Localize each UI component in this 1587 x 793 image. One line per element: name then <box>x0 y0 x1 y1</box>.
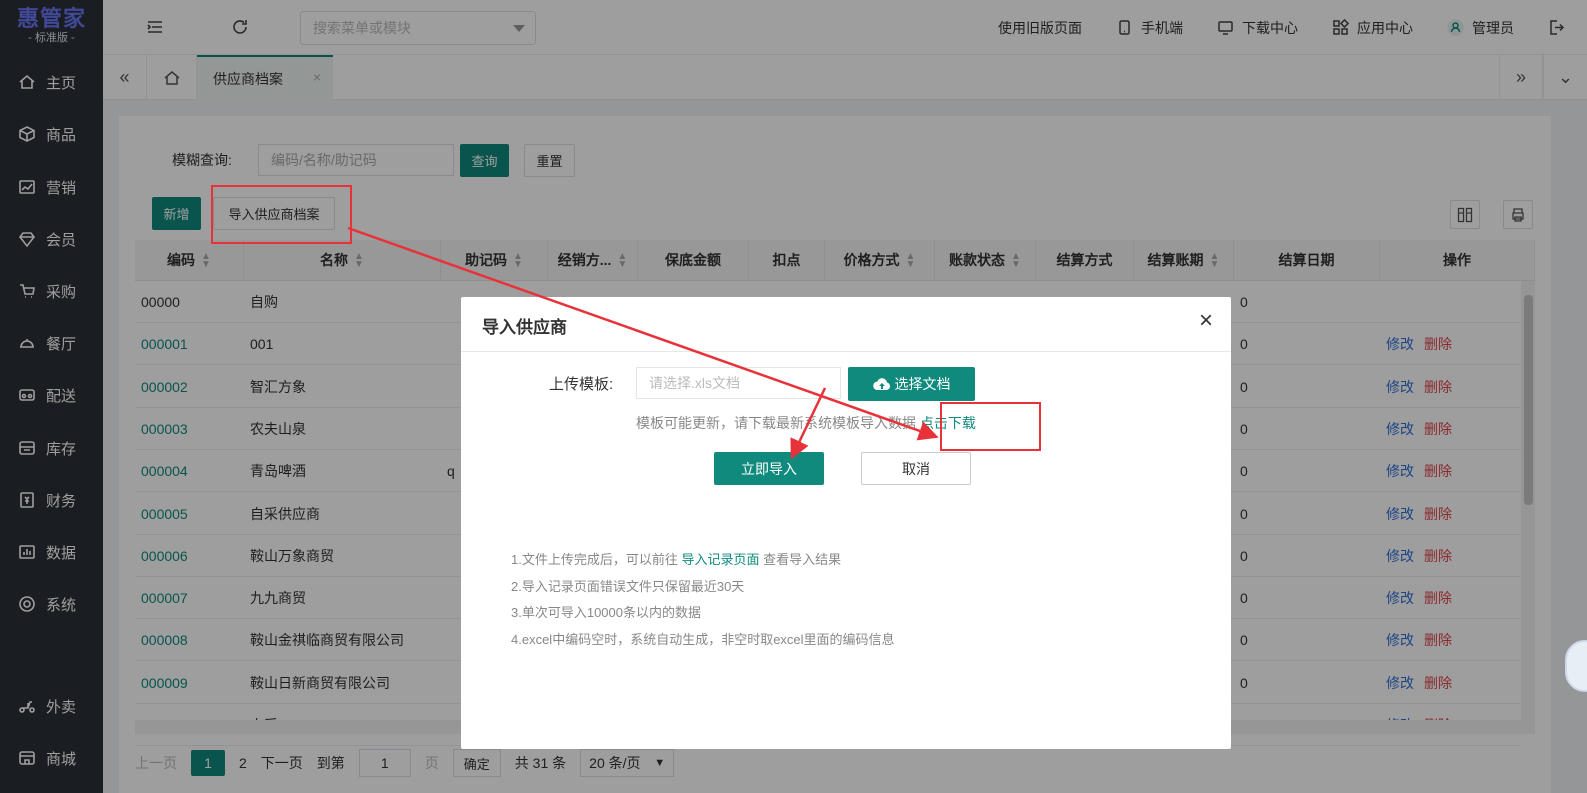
dialog-divider <box>461 351 1231 352</box>
upload-file-input[interactable]: 请选择.xls文档 <box>636 367 841 399</box>
template-hint: 模板可能更新，请下载最新系统模板导入数据 点击下载 <box>636 413 976 433</box>
highlight-box-download-link <box>940 402 1041 451</box>
note-3: 3.单次可导入10000条以内的数据 <box>511 605 701 620</box>
note-4: 4.excel中编码空时，系统自动生成，非空时取excel里面的编码信息 <box>511 631 895 647</box>
import-notes: 1.文件上传完成后，可以前往 导入记录页面 查看导入结果 2.导入记录页面错误文… <box>511 547 895 653</box>
cloud-upload-icon <box>872 378 890 391</box>
choose-file-button[interactable]: 选择文档 <box>848 367 975 401</box>
choose-file-label: 选择文档 <box>894 376 951 392</box>
dialog-title: 导入供应商 <box>482 318 567 337</box>
import-now-button[interactable]: 立即导入 <box>714 452 824 485</box>
upload-template-label: 上传模板: <box>549 376 614 393</box>
note-2: 2.导入记录页面错误文件只保留最近30天 <box>511 578 745 594</box>
import-supplier-dialog: 导入供应商 × 上传模板: 请选择.xls文档 选择文档 模板可能更新，请下载最… <box>461 297 1231 749</box>
note-1-prefix: 1.文件上传完成后，可以前往 <box>511 552 678 567</box>
close-icon[interactable]: × <box>1199 309 1213 333</box>
highlight-box-import-button <box>211 185 352 244</box>
note-1-suffix: 查看导入结果 <box>763 552 842 567</box>
note-1: 1.文件上传完成后，可以前往 导入记录页面 查看导入结果 <box>511 547 895 574</box>
floating-assistant-icon[interactable] <box>1565 640 1587 692</box>
import-records-link[interactable]: 导入记录页面 <box>681 552 759 567</box>
cancel-button[interactable]: 取消 <box>861 452 971 485</box>
template-hint-text: 模板可能更新，请下载最新系统模板导入数据 <box>636 415 916 431</box>
